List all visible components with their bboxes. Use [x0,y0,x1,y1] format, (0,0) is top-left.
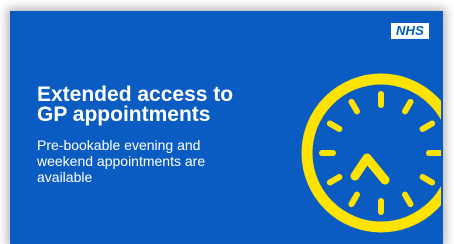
description-line-3: available [37,169,93,185]
clock-tick-7 [348,191,360,208]
headline-line-2: GP appointments [37,103,211,126]
nhs-logo: NHS [391,23,429,39]
headline: Extended access to GP appointments [37,83,277,126]
clock-tick-10 [326,120,343,132]
clock-tick-11 [348,98,360,115]
promo-banner: NHS Extended access to GP appointments P… [10,11,443,244]
clock-icon [301,73,441,233]
clock-tick-8 [326,174,343,186]
headline-line-1: Extended access to [37,83,234,106]
clock-tick-1 [402,98,414,115]
description: Pre-bookable evening and weekend appoint… [37,137,272,185]
clock-tick-2 [419,120,436,132]
clock-hands [350,153,390,185]
description-line-1: Pre-bookable evening and [37,137,201,153]
clock-tick-5 [402,191,414,208]
clock-tick-4 [419,174,436,186]
description-line-2: weekend appointments are [37,153,206,169]
